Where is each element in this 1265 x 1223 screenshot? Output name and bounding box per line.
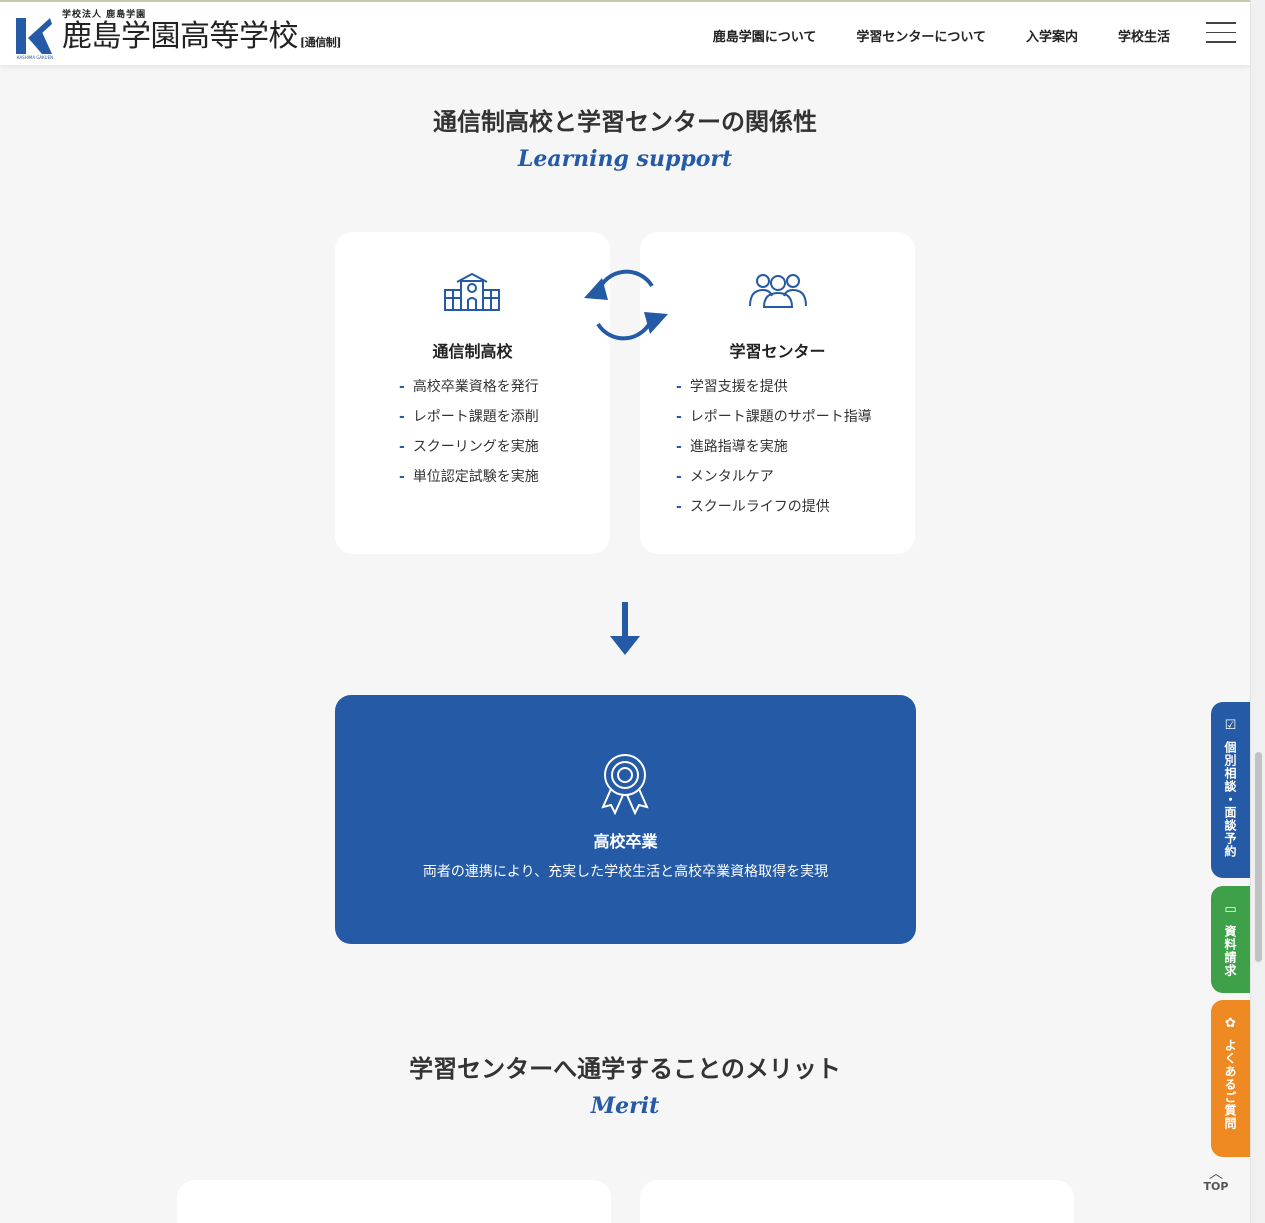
result-description: 両者の連携により、充実した学校生活と高校卒業資格取得を実現 — [422, 864, 829, 880]
card-center-list: 学習支援を提供 レポート課題のサポート指導 進路指導を実施 メンタルケア スクー… — [676, 372, 872, 522]
list-item: 高校卒業資格を発行 — [399, 372, 539, 402]
side-tab-label: 資料請求 — [1223, 925, 1237, 977]
site-header: KASHIMA GAKUEN 学校法人 鹿島学園 鹿島学園高等学校 [通信制] 鹿… — [0, 0, 1250, 65]
merit-card — [177, 1180, 611, 1223]
award-ribbon-icon — [601, 753, 649, 819]
result-title: 高校卒業 — [593, 832, 658, 851]
list-item: レポート課題を添削 — [399, 402, 539, 432]
list-item: 学習支援を提供 — [676, 372, 872, 402]
section-title-relationship: 通信制高校と学習センターの関係性 — [433, 108, 817, 136]
people-group-icon — [748, 272, 808, 312]
folder-icon: ▭ — [1224, 902, 1237, 917]
side-tab-label: 個別相談・面談予約 — [1223, 741, 1237, 858]
card-title-center: 学習センター — [729, 342, 826, 361]
card-title-school: 通信制高校 — [432, 342, 513, 361]
side-tab-label: よくあるご質問 — [1223, 1039, 1237, 1130]
card-learning-center: 学習センター 学習支援を提供 レポート課題のサポート指導 進路指導を実施 メンタ… — [640, 232, 915, 554]
top-label: TOP — [1203, 1180, 1229, 1193]
arrow-down-icon — [608, 600, 642, 660]
nav-item-about[interactable]: 鹿島学園について — [713, 26, 817, 45]
page-scrollbar[interactable] — [1250, 0, 1265, 1223]
nav-item-admission[interactable]: 入学案内 — [1026, 26, 1078, 45]
calendar-check-icon: ☑ — [1224, 718, 1237, 733]
nav-item-school-life[interactable]: 学校生活 — [1118, 26, 1170, 45]
section-subtitle-learning-support: Learning support — [517, 146, 733, 172]
card-correspondence-school: 通信制高校 高校卒業資格を発行 レポート課題を添削 スクーリングを実施 単位認定… — [335, 232, 610, 554]
logo-mark-icon: KASHIMA GAKUEN — [12, 14, 58, 60]
list-item: レポート課題のサポート指導 — [676, 402, 872, 432]
list-item: 進路指導を実施 — [676, 432, 872, 462]
cycle-arrows-icon — [580, 262, 670, 354]
logo-title-text: 鹿島学園高等学校 — [62, 19, 299, 54]
chevron-up-icon: ︿ — [1209, 1166, 1223, 1182]
section-subtitle-merit: Merit — [590, 1093, 660, 1119]
side-tab-brochure[interactable]: ▭ 資料請求 — [1211, 886, 1250, 993]
list-item: メンタルケア — [676, 462, 872, 492]
school-building-icon — [443, 272, 501, 316]
list-item: スクールライフの提供 — [676, 492, 872, 522]
logo-tag: [通信制] — [300, 36, 341, 49]
side-tab-consultation[interactable]: ☑ 個別相談・面談予約 — [1211, 702, 1250, 878]
site-logo[interactable]: KASHIMA GAKUEN 学校法人 鹿島学園 鹿島学園高等学校 [通信制] — [12, 10, 341, 60]
logo-en-text: KASHIMA GAKUEN — [17, 55, 53, 60]
menu-hamburger-icon[interactable] — [1206, 22, 1236, 44]
merit-card — [640, 1180, 1074, 1223]
graduation-result-box: 高校卒業 両者の連携により、充実した学校生活と高校卒業資格取得を実現 — [335, 695, 916, 944]
chat-bubbles-icon: ✿ — [1225, 1016, 1236, 1031]
global-nav: 鹿島学園について 学習センターについて 入学案内 学校生活 — [713, 26, 1170, 45]
nav-item-learning-center[interactable]: 学習センターについて — [856, 26, 986, 45]
side-tab-faq[interactable]: ✿ よくあるご質問 — [1211, 1000, 1250, 1157]
logo-title: 鹿島学園高等学校 [通信制] — [62, 20, 341, 60]
scrollbar-thumb[interactable] — [1255, 752, 1262, 962]
card-school-list: 高校卒業資格を発行 レポート課題を添削 スクーリングを実施 単位認定試験を実施 — [399, 372, 539, 492]
back-to-top-button[interactable]: ︿ TOP — [1196, 1166, 1236, 1193]
list-item: 単位認定試験を実施 — [399, 462, 539, 492]
list-item: スクーリングを実施 — [399, 432, 539, 462]
section-title-merit: 学習センターへ通学することのメリット — [409, 1055, 841, 1083]
